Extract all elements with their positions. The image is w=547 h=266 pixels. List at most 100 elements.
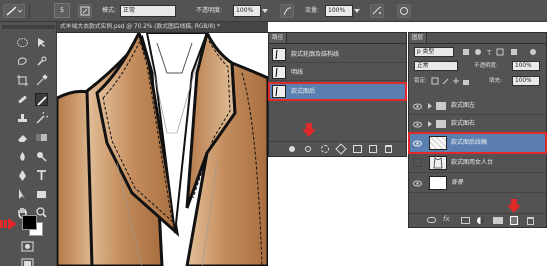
- visibility-off-box[interactable]: [413, 158, 422, 167]
- delete-path-icon[interactable]: [385, 145, 392, 153]
- layer-row-selected[interactable]: 款式图后线稿: [408, 132, 547, 154]
- path-item-topstitch[interactable]: 明线: [269, 64, 406, 81]
- new-path-icon[interactable]: [369, 145, 377, 153]
- layer-row-background[interactable]: 背景: [409, 173, 546, 193]
- document-tab[interactable]: 式羊绒大衣款式实例.psd @ 70.2% (款式图后线稿, RGB/8) *: [57, 22, 268, 33]
- layers-panel-tab[interactable]: 图层: [409, 33, 428, 43]
- new-layer-icon[interactable]: [510, 216, 518, 225]
- path-thumbnail: [272, 85, 286, 98]
- tools-panel-grip: [2, 25, 55, 29]
- link-layers-icon[interactable]: [427, 217, 436, 223]
- layer-filter-select[interactable]: p 类型: [414, 47, 454, 57]
- lock-icons[interactable]: [431, 77, 471, 85]
- add-layer-mask-icon[interactable]: [461, 217, 470, 224]
- fill-label: 填充:: [489, 78, 502, 84]
- load-as-selection-icon[interactable]: [321, 145, 329, 153]
- opacity-field[interactable]: 100%: [233, 5, 261, 17]
- visibility-eye-icon: [413, 140, 422, 147]
- brush-preset-icon[interactable]: [3, 4, 25, 18]
- fill-field[interactable]: 100%: [512, 76, 540, 86]
- visibility-eye-icon: [413, 103, 422, 110]
- layer-filter-icons[interactable]: T: [461, 48, 541, 57]
- layer-name: 款式图后线稿: [451, 139, 488, 146]
- paths-panel-tab[interactable]: 路径: [269, 33, 288, 43]
- paths-panel-footer: [269, 141, 406, 156]
- flow-label: 流量:: [305, 7, 320, 14]
- fill-path-icon[interactable]: [289, 146, 295, 152]
- document-tab-title: 式羊绒大衣款式实例.psd @ 70.2% (款式图后线稿, RGB/8) *: [60, 24, 221, 30]
- brush-size-field[interactable]: 5: [54, 3, 70, 18]
- red-arrow-annotation: [0, 217, 18, 231]
- screen-mode-icon[interactable]: [21, 257, 34, 266]
- svg-text:T: T: [486, 49, 492, 56]
- adjustment-layer-icon[interactable]: [477, 217, 484, 224]
- marquee-tool-icon[interactable]: [16, 36, 29, 49]
- layer-style-icon[interactable]: fx: [443, 215, 450, 223]
- add-mask-icon[interactable]: [353, 145, 362, 153]
- path-thumbnail: [272, 66, 286, 79]
- layer-name: 款式图左: [451, 102, 476, 109]
- opacity-dropdown-icon[interactable]: [262, 9, 268, 13]
- layer-row-group-right[interactable]: 款式图右: [409, 115, 546, 133]
- shape-tool-icon[interactable]: [35, 188, 48, 201]
- make-work-path-icon[interactable]: [335, 143, 347, 155]
- move-tool-icon[interactable]: [35, 36, 48, 49]
- path-label: 明线: [291, 69, 304, 76]
- document-canvas[interactable]: [57, 33, 268, 266]
- red-arrow-annotation: [302, 123, 316, 137]
- flow-field[interactable]: 100%: [325, 5, 353, 17]
- foreground-color-swatch[interactable]: [22, 215, 37, 230]
- folder-icon: [436, 102, 446, 110]
- delete-layer-icon[interactable]: [527, 217, 534, 225]
- layer-thumbnail: [429, 176, 447, 190]
- options-bar: 5 模式: 正常 不透明度: 100% 流量: 100%: [0, 0, 547, 24]
- expand-arrow-icon[interactable]: [428, 103, 432, 109]
- folder-icon: [436, 120, 446, 128]
- expand-arrow-icon[interactable]: [428, 121, 432, 127]
- layers-panel: 图层 p 类型 T 正常 不透明度: 100% 锁定: 填充: 100% 款式图…: [408, 32, 547, 228]
- layer-row-mannequin[interactable]: 款式图用女人台: [409, 153, 546, 173]
- visibility-eye-icon: [413, 180, 422, 187]
- pen-pressure-size-icon[interactable]: [397, 4, 411, 18]
- crop-tool-icon[interactable]: [16, 74, 29, 87]
- lasso-tool-icon[interactable]: [16, 55, 29, 68]
- pen-pressure-opacity-icon[interactable]: [280, 4, 294, 18]
- path-thumbnail: [272, 48, 286, 61]
- blur-tool-icon[interactable]: [16, 150, 29, 163]
- mode-select[interactable]: 正常: [120, 5, 176, 17]
- flow-dropdown-icon[interactable]: [354, 9, 360, 13]
- brush-tool-icon[interactable]: [35, 93, 48, 106]
- blend-mode-select[interactable]: 正常: [414, 61, 458, 71]
- eraser-tool-icon[interactable]: [16, 131, 29, 144]
- path-item-outline[interactable]: 款式轮廓及结构线: [269, 46, 406, 63]
- new-group-icon[interactable]: [493, 217, 503, 224]
- path-selection-tool-icon[interactable]: [16, 188, 29, 201]
- coat-artwork: [57, 33, 268, 266]
- eyedropper-tool-icon[interactable]: [35, 74, 48, 87]
- lock-label: 锁定:: [414, 78, 427, 84]
- gradient-tool-icon[interactable]: [35, 131, 48, 144]
- layer-thumbnail: [429, 156, 447, 170]
- layer-name: 款式图右: [451, 120, 476, 127]
- layer-opacity-label: 不透明度:: [474, 63, 498, 69]
- pen-tool-icon[interactable]: [16, 169, 29, 182]
- path-label: 款式图后: [291, 88, 316, 95]
- layer-name: 款式图用女人台: [451, 159, 494, 166]
- stroke-path-icon[interactable]: [305, 146, 311, 152]
- healing-brush-tool-icon[interactable]: [16, 93, 29, 106]
- visibility-eye-icon: [413, 121, 422, 128]
- history-brush-tool-icon[interactable]: [35, 112, 48, 125]
- path-item-back-selected[interactable]: 款式图后: [268, 82, 407, 101]
- red-arrow-annotation: [507, 199, 521, 213]
- type-tool-icon[interactable]: [35, 169, 48, 182]
- mode-label: 模式:: [102, 7, 117, 14]
- quick-select-tool-icon[interactable]: [35, 55, 48, 68]
- path-label: 款式轮廓及结构线: [291, 51, 340, 58]
- layer-opacity-field[interactable]: 100%: [512, 61, 540, 71]
- layer-row-group-left[interactable]: 款式图左: [409, 97, 546, 115]
- airbrush-icon[interactable]: [370, 4, 384, 18]
- dodge-tool-icon[interactable]: [35, 150, 48, 163]
- quick-mask-icon[interactable]: [21, 240, 34, 253]
- clone-stamp-tool-icon[interactable]: [16, 112, 29, 125]
- brush-panel-icon[interactable]: [78, 4, 92, 18]
